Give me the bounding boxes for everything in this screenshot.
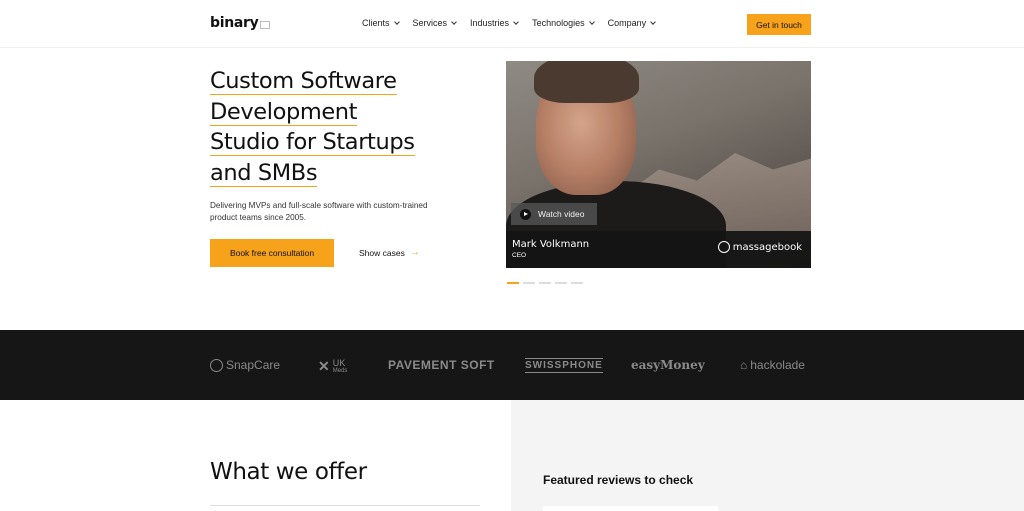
review-card[interactable] [543,506,718,511]
nav-item-industries[interactable]: Industries [470,18,519,28]
show-cases-label: Show cases [359,247,405,258]
hero-title-line: Development [210,98,358,126]
carousel-dot[interactable] [507,282,519,284]
nav-item-technologies[interactable]: Technologies [532,18,595,28]
hero-title-line: Custom Software [210,68,397,95]
client-logo-label: PAVEMENT SOFT [388,358,495,372]
featured-reviews-heading: Featured reviews to check [543,473,694,487]
testimonial-video[interactable]: Watch video Mark Volkmann CEO massageboo… [506,61,811,268]
divider [210,505,480,506]
company-logo: massagebook [717,241,802,253]
client-logo-hackolade: ⌂ hackolade [740,358,805,372]
show-cases-link[interactable]: Show cases → [359,247,420,258]
nav-label: Services [412,18,448,28]
chevron-down-icon [650,18,656,25]
watch-video-button[interactable]: Watch video [511,203,597,225]
hackolade-icon: ⌂ [740,358,748,372]
site-header: binary Clients Services Industries Techn… [0,0,1024,48]
video-caption-bar: Mark Volkmann CEO massagebook [506,231,811,268]
chevron-down-icon [513,18,519,25]
logo-mark-icon [260,21,271,29]
carousel-pagination [507,282,583,284]
main-nav: Clients Services Industries Technologies… [362,18,656,28]
client-logo-pavementsoft: PAVEMENT SOFT [388,358,495,372]
nav-label: Company [607,18,647,28]
carousel-dot[interactable] [523,282,535,284]
speaker-name: Mark Volkmann [512,239,590,250]
client-logo-easymoney: easyMoney [631,358,705,372]
nav-item-clients[interactable]: Clients [362,18,400,28]
carousel-dot[interactable] [555,282,567,284]
nav-item-services[interactable]: Services [413,18,457,28]
chevron-down-icon [451,18,457,25]
hero-subtitle: Delivering MVPs and full-scale software … [210,201,428,222]
nav-label: Technologies [532,18,585,28]
client-logo-snapcare: SnapCare [210,358,280,372]
chevron-down-icon [393,18,400,25]
hero-title: Custom Software Development Studio for S… [210,66,450,188]
watch-video-label: Watch video [538,209,585,219]
hero-title-line: Studio for Startups [210,129,415,156]
site-logo[interactable]: binary [210,15,271,31]
carousel-dot[interactable] [539,282,551,284]
speaker-role: CEO [512,252,527,259]
client-logo-label: easyMoney [631,358,705,372]
logo-text: binary [210,15,259,31]
nav-label: Clients [362,18,390,28]
ukmeds-icon: ✕ [318,358,330,374]
arrow-right-icon: → [409,247,420,258]
get-in-touch-button[interactable]: Get in touch [747,14,811,35]
client-logo-label: SnapCare [226,358,281,372]
client-logos-strip: SnapCare ✕ UK Meds PAVEMENT SOFT SWISSPH… [0,330,1024,400]
chevron-down-icon [588,18,595,25]
client-logo-ukmeds: ✕ UK Meds [318,358,347,375]
client-logo-swissphone: SWISSPHONE [525,358,603,373]
what-we-offer-heading: What we offer [210,459,367,485]
book-consultation-button[interactable]: Book free consultation [210,239,334,267]
company-name: massagebook [732,241,802,253]
reviews-panel [511,400,1024,511]
client-logo-label: SWISSPHONE [525,360,603,371]
person-hair [534,61,639,103]
nav-item-company[interactable]: Company [608,18,656,28]
nav-label: Industries [470,18,510,28]
client-logo-label: hackolade [750,358,805,372]
client-logo-label: UK [332,357,346,368]
massagebook-icon [717,241,730,253]
client-logo-label: Meds [332,367,348,374]
snapcare-icon [210,358,223,372]
hero-title-line: and SMBs [210,159,318,187]
play-icon [520,208,531,220]
carousel-dot[interactable] [571,282,583,284]
